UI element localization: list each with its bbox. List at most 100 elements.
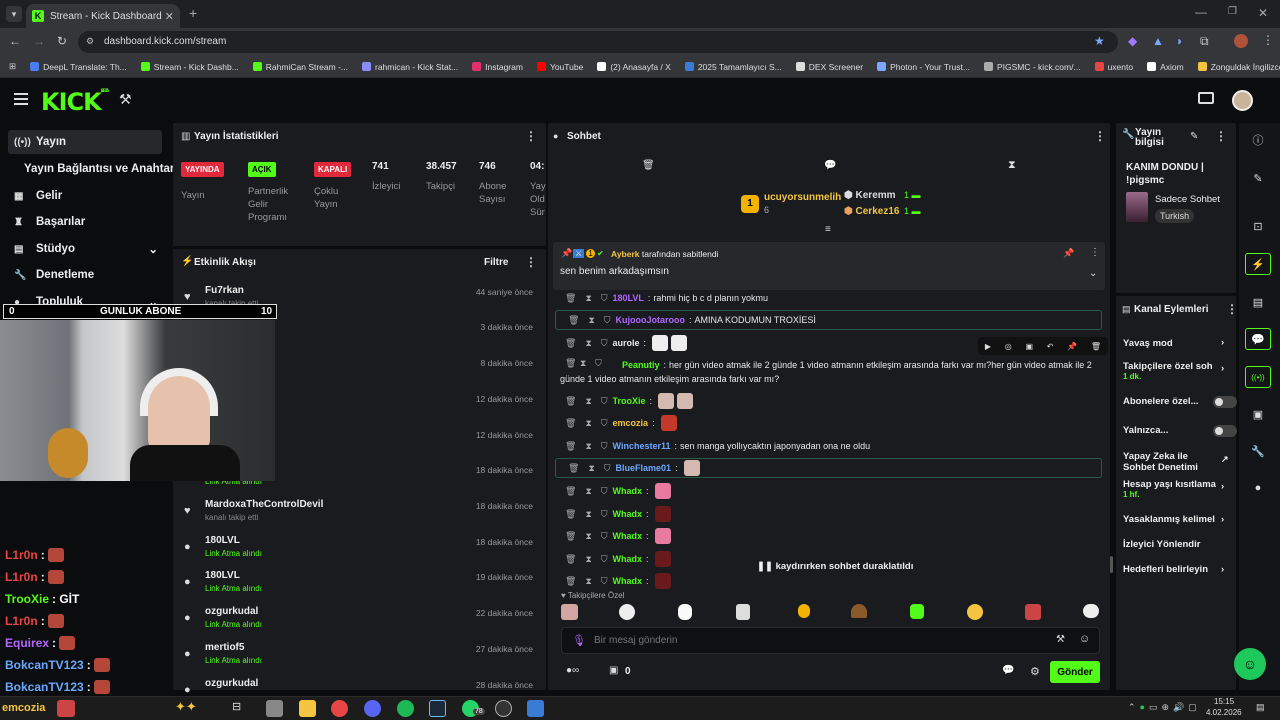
chat-message[interactable]: 🗑 ⧗ ⛉ Whadx: [553,526,1108,546]
reload-icon[interactable]: ↻ [57,34,67,48]
emote[interactable] [798,604,810,618]
action-goals[interactable]: Hedefleri belirleyin › [1123,564,1231,575]
chat-username[interactable]: Whadx [613,576,643,586]
chat-username[interactable]: aurole [613,338,640,348]
activity-user[interactable]: mertiof5 [205,642,244,653]
extension-icon[interactable]: ▲ [1152,34,1164,48]
kick-logo[interactable]: KICKBETA [41,88,109,116]
pin-icon[interactable]: 📌 [1067,342,1077,351]
kebab-menu-icon[interactable]: ⋮ [525,129,537,143]
hourglass-icon[interactable]: ⧗ [585,396,591,407]
translate-icon[interactable]: ⚒ [1056,634,1065,645]
chat-message[interactable]: 🗑 ⧗ ⛉ TrooXie: [553,391,1108,411]
extension-icon[interactable]: ◆ [1128,34,1137,48]
chat-username[interactable]: Peanutiy [622,360,660,370]
broadcast-icon[interactable]: ((•)) [1245,366,1271,388]
trash-icon[interactable]: 🗑 [565,293,576,304]
gift-icon[interactable]: ▣ [609,665,618,676]
kebab-menu-icon[interactable]: ⋮ [1090,247,1100,258]
discord-icon[interactable] [364,700,381,717]
chat-username[interactable]: Whadx [613,531,643,541]
bookmark[interactable]: DEX Screener [795,62,863,72]
bookmark[interactable]: YouTube [536,62,583,72]
activity-user[interactable]: MardoxaTheControlDevil [205,499,323,510]
trash-icon[interactable]: 🗑 [565,554,576,565]
hourglass-icon[interactable]: ⧗ [585,441,591,452]
profile-icon[interactable] [1234,34,1248,48]
pinned-message[interactable]: 📌 ⚔ 1 ✔ Ayberk tarafından sabitlendi sen… [553,242,1105,290]
sidebar-item-denetleme[interactable]: 🔧 Denetleme [8,263,162,287]
category-name[interactable]: Sadece Sohbet [1155,194,1220,205]
chat-bubble-icon[interactable]: 💬 [1245,328,1271,350]
action-ai-moderation[interactable]: Yapay Zeka ile Sohbet Denetimi ↗ [1123,451,1231,473]
trash-icon[interactable]: 🗑 [565,486,576,497]
trash-icon[interactable]: 🗑 [565,396,576,407]
chat-username[interactable]: Whadx [613,554,643,564]
bolt-icon[interactable]: ⚡ [1245,253,1271,275]
info-circle-icon[interactable]: ⓘ [1245,129,1271,151]
community-icon[interactable]: ● [1245,477,1271,499]
apps-icon[interactable]: ⊞ [9,61,16,72]
trash-icon[interactable]: 🗑 [565,441,576,452]
send-button[interactable]: Gönder [1050,661,1100,683]
sidebar-item-stream-key[interactable]: Yayın Bağlantısı ve Anahtarı [8,157,178,181]
toggle-switch[interactable] [1213,425,1237,437]
chat-message[interactable]: 🗑 ⧗ ⛉ Winchester11: sen manga yollıycaktın j… [553,436,1108,456]
task-view-icon[interactable]: ⊟ [232,700,249,717]
bookmark[interactable]: Zonguldak İngilizce... [1197,62,1280,72]
chat-message[interactable]: 🗑 ⧗ ⛉ Whadx: [553,481,1108,501]
browser-tab[interactable]: K Stream - Kick Dashboard ✕ [26,4,180,28]
activity-item[interactable]: ● 180LVL Link Atma alındı 19 dakika önce [173,568,543,604]
tune-icon[interactable]: ⚙ [86,36,94,47]
bookmark[interactable]: rahmican - Kick Stat... [362,62,458,72]
action-account-age[interactable]: Hesap yaşı kısıtlama 1 hf. › [1123,479,1231,499]
chevron-down-icon[interactable]: ⌄ [1089,268,1097,279]
file-explorer-icon[interactable] [299,700,316,717]
emote[interactable] [1083,604,1099,618]
forward-icon[interactable]: → [33,34,45,48]
hourglass-icon[interactable]: ⧗ [585,293,591,304]
chat-message[interactable]: 🗑 ⧗ ⛉ BlueFlame01: [555,458,1102,478]
chat-username[interactable]: TrooXie [613,396,646,406]
sidebar-item-gelir[interactable]: ▦ Gelir [8,184,162,208]
menu-icon[interactable]: ⋮ [1262,33,1274,47]
edit-pencil-icon[interactable]: ✎ [1245,167,1271,189]
actions-icon[interactable]: ▤ [1245,291,1271,313]
hourglass-icon[interactable]: ⧗ [1008,159,1016,172]
sidebar-item-yayin[interactable]: ((•)) Yayın [8,130,162,154]
chat-message[interactable]: 🗑 ⧗ ⛉ Whadx: [553,504,1108,524]
chat-message[interactable]: 🗑 ⧗ ⛉ Peanutiy: her gün video atmak ile 2 gü… [553,355,1108,389]
sidebar-item-basarilar[interactable]: ♜ Başarılar [8,210,162,234]
chat-username[interactable]: Winchester11 [613,441,671,451]
bookmark[interactable]: PIGSMC - kick.com/... [983,62,1081,72]
spotify-icon[interactable] [397,700,414,717]
kebab-menu-icon[interactable]: ⋮ [1215,129,1227,143]
hourglass-icon[interactable]: ⧗ [585,338,591,349]
app-icon[interactable] [266,700,283,717]
bookmark[interactable]: Stream - Kick Dashb... [140,62,239,72]
hourglass-icon[interactable]: ⧗ [585,509,591,520]
action-emote-only[interactable]: Yalnızca... [1123,425,1237,437]
action-raid[interactable]: İzleyici Yönlendir [1123,539,1231,550]
hourglass-icon[interactable]: ⧗ [585,576,591,587]
activity-user[interactable]: Fu7rkan [205,285,244,296]
bookmark[interactable]: Photon - Your Trust... [877,62,970,72]
activity-item[interactable]: ● 180LVL Link Atma alındı 18 dakika önce [173,533,543,569]
chat-scrollbar[interactable] [1110,556,1113,573]
emote[interactable] [1025,604,1041,620]
emote[interactable] [851,604,867,618]
unpin-icon[interactable]: 📌 [1063,248,1074,259]
hourglass-icon[interactable]: ⧗ [585,531,591,542]
action-banned-words[interactable]: Yasaklanmış kelimel › [1123,514,1231,525]
chat-message[interactable]: 🗑 ⧗ ⛉ 180LVL: rahmi hiç b c d planın yokmu [553,288,1108,308]
close-window-icon[interactable]: ✕ [1258,6,1268,20]
hourglass-icon[interactable]: ⧗ [585,486,591,497]
undo-icon[interactable]: ↶ [1047,342,1054,351]
minimize-icon[interactable]: — [1195,5,1207,19]
activity-item[interactable]: ● ozgurkudal Link Atma alındı 22 dakika önc… [173,604,543,640]
trash-icon[interactable]: 🗑 [565,338,576,349]
emoji-icon[interactable]: ☺ [1079,633,1090,645]
hourglass-icon[interactable]: ⧗ [585,418,591,429]
emote[interactable] [910,604,924,619]
steam-icon[interactable] [429,700,446,717]
